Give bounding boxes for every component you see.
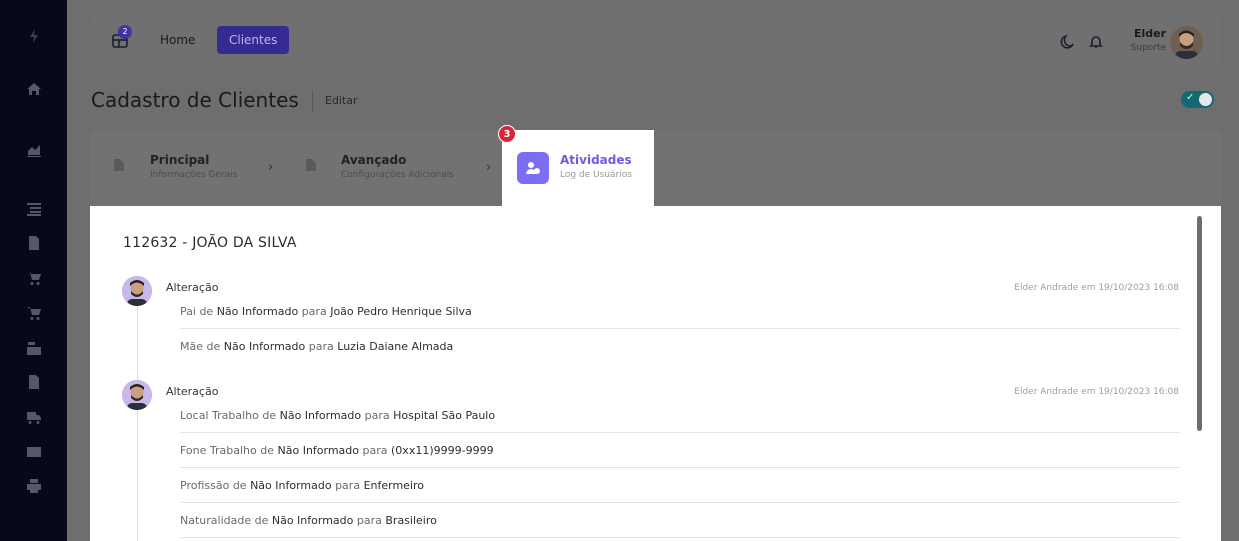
chevron-right-icon: › bbox=[268, 160, 274, 175]
sidebar bbox=[0, 0, 67, 541]
printer-icon[interactable] bbox=[24, 476, 44, 496]
home-icon[interactable] bbox=[24, 79, 44, 99]
topbar: 2 Home Clientes Elder Suporte bbox=[90, 14, 1221, 70]
check-icon: ✓ bbox=[1186, 92, 1195, 103]
activity-meta: Elder Andrade em 19/10/2023 16:08 bbox=[1014, 283, 1179, 293]
client-title: 112632 - JOÃO DA SILVA bbox=[123, 235, 297, 251]
change-de-word: de bbox=[254, 514, 269, 527]
change-row: Local Trabalho de Não Informado para Hos… bbox=[180, 398, 1180, 433]
card-icon[interactable] bbox=[24, 442, 44, 462]
change-field: Fone Trabalho bbox=[180, 444, 257, 457]
user-avatar[interactable] bbox=[1170, 26, 1203, 59]
change-from: Não Informado bbox=[277, 444, 360, 457]
change-to: (0xx11)9999-9999 bbox=[391, 444, 494, 457]
change-to: Enfermeiro bbox=[363, 479, 425, 492]
change-from: Não Informado bbox=[250, 479, 332, 492]
change-field: Local Trabalho bbox=[180, 409, 259, 422]
app-logo-icon[interactable] bbox=[24, 26, 44, 46]
step-atividades-subtitle: Log de Usuários bbox=[560, 170, 632, 180]
change-row: Profissão de Não Informado para Enfermei… bbox=[180, 468, 1180, 503]
activity-title: Alteração bbox=[166, 281, 219, 294]
register-icon[interactable] bbox=[24, 338, 44, 358]
cart-icon[interactable] bbox=[24, 268, 44, 288]
activity-title: Alteração bbox=[166, 385, 219, 398]
toggle-knob bbox=[1199, 93, 1212, 106]
document-icon[interactable] bbox=[24, 372, 44, 392]
change-para-word: para bbox=[301, 305, 327, 318]
change-row: Mãe de Não Informado para Luzia Daiane A… bbox=[180, 329, 1180, 364]
activity-user-avatar bbox=[122, 380, 152, 410]
change-from: Não Informado bbox=[216, 305, 299, 318]
activity-meta: Elder Andrade em 19/10/2023 16:08 bbox=[1014, 387, 1179, 397]
change-field: Profissão bbox=[180, 479, 230, 492]
change-row: Naturalidade de Não Informado para Brasi… bbox=[180, 503, 1180, 538]
change-row: Pai de Não Informado para João Pedro Hen… bbox=[180, 294, 1180, 329]
change-to: Hospital São Paulo bbox=[393, 409, 496, 422]
wizard-steps: Principal Informações Gerais › Avançado … bbox=[90, 130, 1221, 206]
change-para-word: para bbox=[364, 409, 390, 422]
invoice-icon[interactable] bbox=[24, 233, 44, 253]
change-para-word: para bbox=[335, 479, 361, 492]
change-field: Mãe bbox=[180, 340, 203, 353]
moon-icon[interactable] bbox=[1060, 34, 1078, 52]
nav-home[interactable]: Home bbox=[150, 27, 205, 53]
change-to: Luzia Daiane Almada bbox=[337, 340, 454, 353]
change-from: Não Informado bbox=[271, 514, 354, 527]
change-to: João Pedro Henrique Silva bbox=[330, 305, 472, 318]
change-from: Não Informado bbox=[279, 409, 362, 422]
change-de-word: de bbox=[199, 305, 214, 318]
user-log-icon bbox=[517, 152, 549, 184]
change-de-word: de bbox=[262, 409, 277, 422]
step-avancado-title[interactable]: Avançado bbox=[341, 153, 406, 167]
user-role: Suporte bbox=[1130, 43, 1166, 53]
title-divider bbox=[312, 90, 313, 112]
list-icon[interactable] bbox=[24, 199, 44, 219]
change-para-word: para bbox=[308, 340, 334, 353]
bell-icon[interactable] bbox=[1088, 34, 1106, 52]
page-title: Cadastro de Clientes bbox=[91, 88, 299, 112]
document-step-icon bbox=[108, 154, 130, 176]
edit-breadcrumb[interactable]: Editar bbox=[325, 94, 358, 107]
chevron-right-icon: › bbox=[486, 160, 492, 175]
change-de-word: de bbox=[260, 444, 274, 457]
document-step-icon bbox=[300, 154, 322, 176]
edit-mode-toggle[interactable]: ✓ bbox=[1181, 91, 1214, 108]
step-number-badge: 3 bbox=[498, 125, 516, 143]
step-atividades-title: Atividades bbox=[560, 153, 632, 167]
scrollbar[interactable] bbox=[1197, 216, 1202, 431]
change-from: Não Informado bbox=[223, 340, 306, 353]
chart-icon[interactable] bbox=[24, 140, 44, 160]
step-avancado-subtitle: Configurações Adicionais bbox=[341, 170, 454, 180]
cart-return-icon[interactable] bbox=[24, 303, 44, 323]
user-name: Elder bbox=[1133, 27, 1166, 40]
change-de-word: de bbox=[232, 479, 247, 492]
change-de-word: de bbox=[206, 340, 221, 353]
change-row: Fone Trabalho de Não Informado para (0xx… bbox=[180, 433, 1180, 468]
change-field: Naturalidade bbox=[180, 514, 252, 527]
timeline-line bbox=[137, 396, 138, 541]
step-principal-subtitle: Informações Gerais bbox=[150, 170, 238, 180]
change-para-word: para bbox=[362, 444, 388, 457]
change-para-word: para bbox=[356, 514, 382, 527]
nav-clientes[interactable]: Clientes bbox=[217, 26, 290, 54]
step-atividades[interactable]: Atividades Log de Usuários bbox=[502, 130, 654, 206]
change-field: Pai bbox=[180, 305, 196, 318]
activity-user-avatar bbox=[122, 276, 152, 306]
change-to: Brasileiro bbox=[385, 514, 437, 527]
activity-log-panel: 112632 - JOÃO DA SILVA Alteração Elder A… bbox=[90, 206, 1221, 541]
step-principal-title[interactable]: Principal bbox=[150, 153, 209, 167]
truck-icon[interactable] bbox=[24, 407, 44, 427]
notification-count-badge: 2 bbox=[118, 25, 132, 39]
